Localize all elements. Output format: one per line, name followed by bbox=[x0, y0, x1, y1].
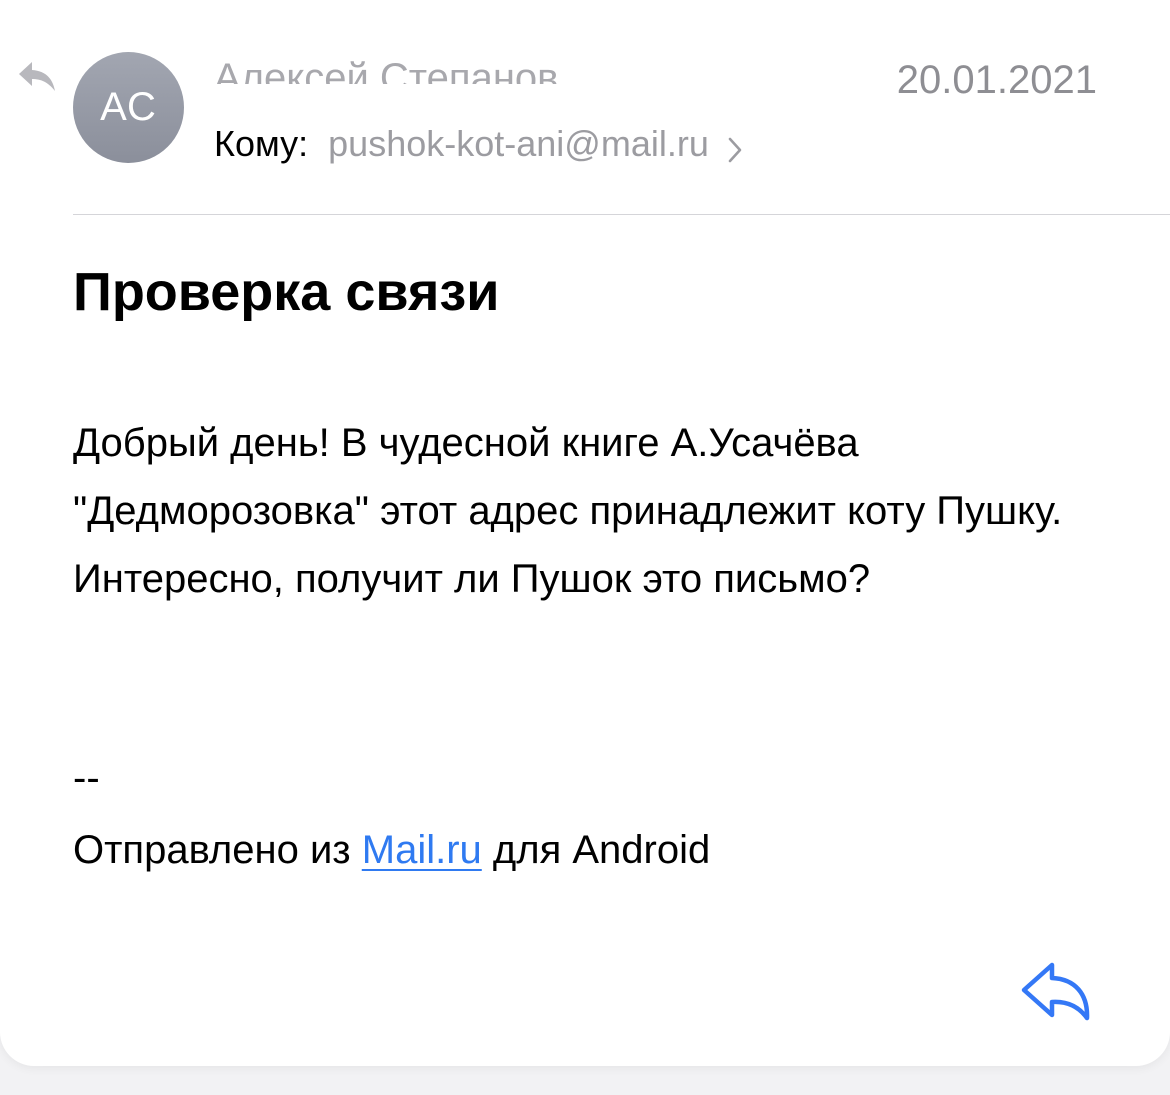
message-date: 20.01.2021 bbox=[896, 58, 1097, 102]
signature-suffix: для Android bbox=[481, 828, 711, 872]
reply-button[interactable] bbox=[1016, 958, 1096, 1028]
email-card: АС Алексей Степанов 20.01.2021 Кому: pus… bbox=[0, 0, 1170, 1066]
to-label: Кому: bbox=[214, 123, 309, 164]
message-body-text: Добрый день! В чудесной книге А.Усачёва … bbox=[73, 421, 1063, 601]
chevron-right-icon[interactable] bbox=[727, 130, 743, 163]
avatar-initials: АС bbox=[100, 85, 157, 129]
reply-arrow-icon bbox=[1016, 962, 1096, 1032]
signature-separator: -- bbox=[73, 756, 100, 800]
signature: Отправлено из Mail.ru для Android bbox=[73, 816, 710, 884]
signature-prefix: Отправлено из bbox=[73, 828, 362, 872]
sender-avatar[interactable]: АС bbox=[73, 52, 184, 163]
recipient-address[interactable]: pushok-kot-ani@mail.ru bbox=[328, 122, 709, 166]
recipient-row[interactable]: Кому: pushok-kot-ani@mail.ru bbox=[214, 122, 743, 166]
mailru-link[interactable]: Mail.ru bbox=[362, 828, 482, 872]
message-subject: Проверка связи bbox=[73, 262, 500, 322]
header-divider bbox=[73, 214, 1170, 215]
message-body: Добрый день! В чудесной книге А.Усачёва … bbox=[73, 409, 1113, 613]
sender-name[interactable]: Алексей Степанов bbox=[214, 48, 558, 84]
replied-indicator-icon bbox=[16, 58, 60, 98]
